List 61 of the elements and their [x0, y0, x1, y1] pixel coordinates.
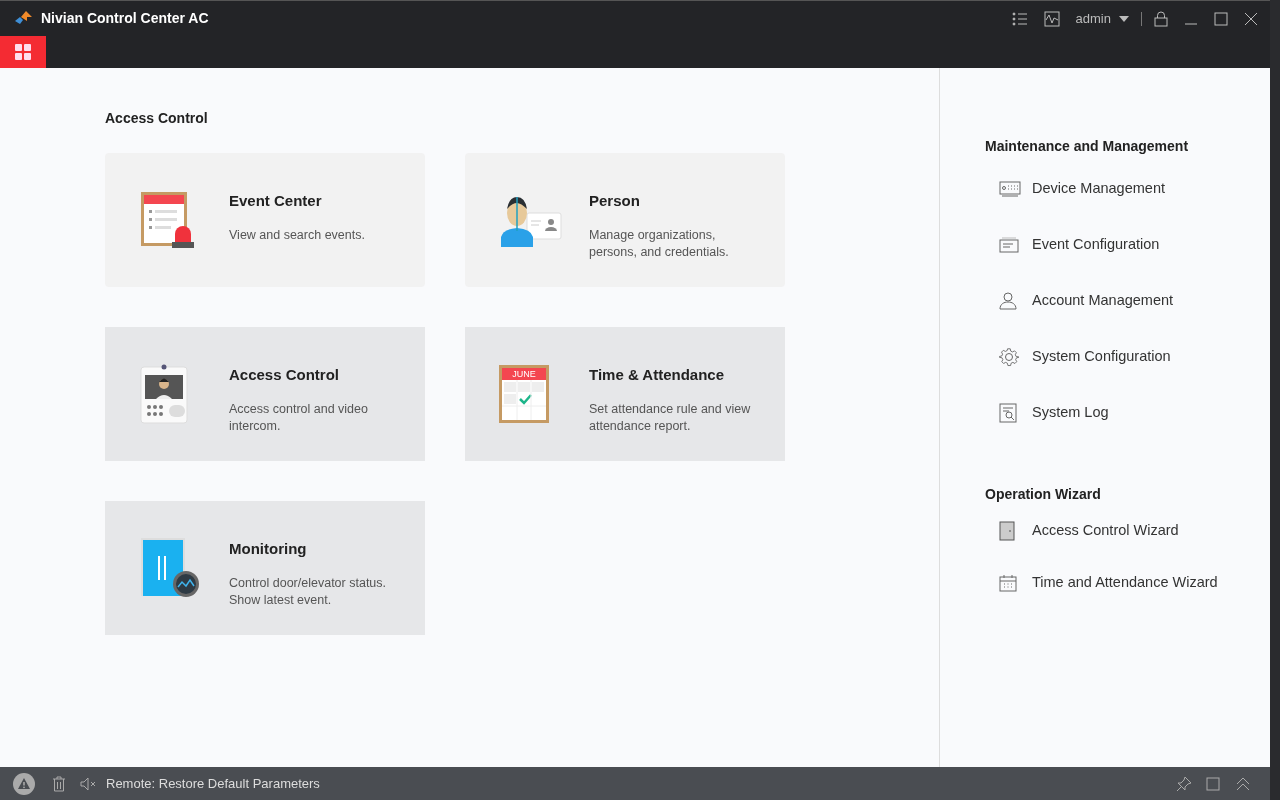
section-heading: Access Control — [105, 109, 209, 128]
card-title: Monitoring — [229, 539, 308, 559]
card-title: Time & Attendance — [589, 365, 726, 385]
menu-link[interactable]: Event Configuration — [985, 235, 1270, 255]
close-icon[interactable] — [1244, 11, 1258, 26]
calendar-grid-icon — [502, 380, 546, 420]
user-icon — [999, 292, 1017, 310]
grid-icon — [14, 43, 32, 61]
warning-icon[interactable] — [13, 772, 35, 795]
collapse-up-icon[interactable] — [1236, 776, 1250, 791]
menu-link[interactable]: Device Management — [985, 179, 1270, 199]
calendar-icon — [999, 574, 1017, 592]
card-description: Set attendance rule and view attendance report. — [589, 400, 752, 435]
door-monitor-icon — [139, 536, 201, 600]
caret-icon — [1119, 15, 1129, 22]
pin-icon[interactable] — [1176, 775, 1192, 792]
door-icon — [999, 521, 1015, 541]
mute-icon[interactable] — [80, 776, 96, 791]
intercom-device-icon — [139, 363, 189, 425]
menu-link[interactable]: System Configuration — [985, 347, 1270, 367]
maximize-icon[interactable] — [1214, 11, 1228, 26]
status-message: Remote: Restore Default Parameters — [106, 774, 320, 793]
module-card[interactable]: Event Center View and search events. — [105, 153, 425, 287]
menu-link[interactable]: Access Control Wizard — [985, 521, 1270, 541]
card-description: Access control and video intercom. — [229, 400, 369, 435]
square-icon[interactable] — [1206, 776, 1220, 791]
module-card[interactable]: Monitoring Control door/elevator status. Show latest event. — [105, 501, 425, 635]
user-menu[interactable]: admin — [1075, 8, 1129, 29]
menu-label: Time and Attendance Wizard — [1032, 573, 1218, 593]
menu-link[interactable]: Time and Attendance Wizard — [985, 573, 1270, 593]
settings-icon — [999, 347, 1019, 367]
card-description: Control door/elevator status. Show latest event. — [229, 574, 388, 609]
menu-label: Access Control Wizard — [1032, 521, 1179, 541]
card-title: Person — [589, 191, 641, 211]
menu-label: Event Configuration — [1032, 235, 1160, 255]
device-icon — [999, 181, 1021, 197]
document-tray-icon — [999, 237, 1019, 253]
card-title: Event Center — [229, 191, 323, 211]
card-description: Manage organizations, persons, and credentials. — [589, 226, 730, 261]
module-card[interactable]: Access Control Access control and video intercom. — [105, 327, 425, 461]
calendar-month: JUNE — [502, 368, 546, 380]
log-search-icon — [999, 403, 1017, 423]
waveform-icon[interactable] — [1043, 10, 1060, 27]
menu-label: System Configuration — [1032, 347, 1171, 367]
lock-icon[interactable] — [1154, 10, 1168, 27]
list-icon[interactable] — [1011, 11, 1028, 26]
section-heading: Maintenance and Management — [985, 137, 1190, 156]
module-card[interactable]: Person Manage organizations, persons, and credentials. — [465, 153, 785, 287]
event-list-icon — [139, 190, 195, 250]
trash-icon[interactable] — [52, 775, 66, 792]
menu-link[interactable]: System Log — [985, 403, 1270, 423]
home-button[interactable] — [0, 36, 46, 68]
section-heading: Operation Wizard — [985, 485, 1102, 504]
menu-label: Account Management — [1032, 291, 1174, 311]
menu-label: System Log — [1032, 403, 1109, 423]
window-title: Nivian Control Center AC — [41, 9, 209, 28]
menu-link[interactable]: Account Management — [985, 291, 1270, 311]
module-card[interactable]: JUNE Time & Attendance Set attendance rule and view attendance report. — [465, 327, 785, 461]
card-title: Access Control — [229, 365, 341, 385]
card-description: View and search events. — [229, 226, 366, 244]
menu-label: Device Management — [1032, 179, 1165, 199]
